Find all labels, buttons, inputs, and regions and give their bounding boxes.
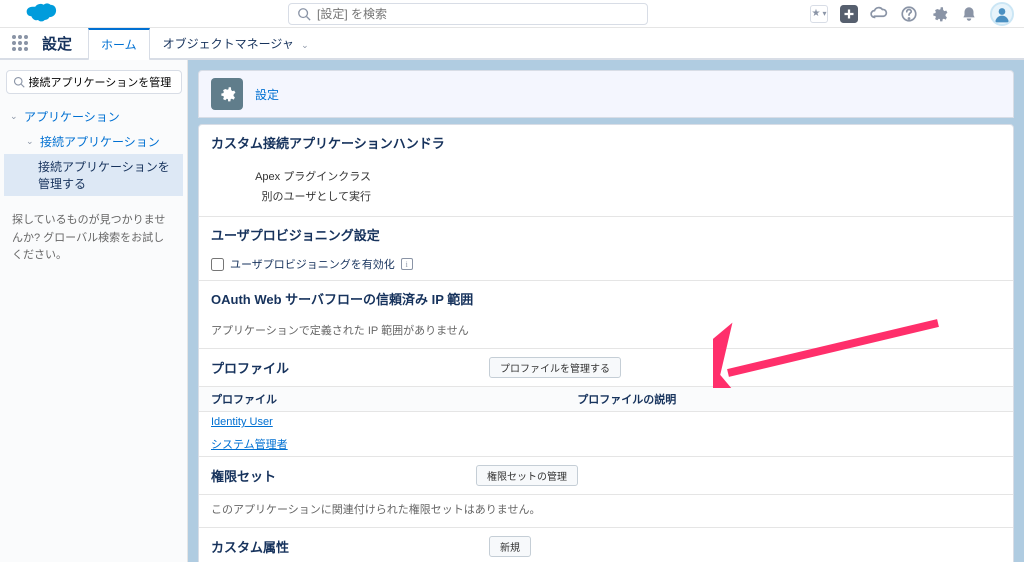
profile-link[interactable]: システム管理者 [211,439,288,451]
section-profile: プロファイル プロファイルを管理する プロファイル プロファイルの説明 Iden… [199,348,1013,456]
gear-icon [211,78,243,110]
setup-sidebar: ⌄ アプリケーション ⌄ 接続アプリケーション 接続アプリケーションを管理する … [0,60,188,562]
checkbox-label: ユーザプロビジョニングを有効化 [230,256,395,272]
chevron-down-icon: ⌄ [301,40,309,50]
section-title: ユーザプロビジョニング設定 [199,217,1013,252]
chevron-down-icon: ⌄ [10,111,20,122]
nav-bar: 設定 ホーム オブジェクトマネージャ ⌄ [0,28,1024,60]
section-title: カスタム接続アプリケーションハンドラ [199,125,1013,160]
search-icon [13,76,25,88]
col-description: プロファイルの説明 [565,387,1013,412]
sidebar-help-text: 探しているものが見つかりませんか? グローバル検索をお試しください。 [4,196,183,265]
sidebar-item-applications[interactable]: ⌄ アプリケーション [4,104,183,129]
app-launcher-icon[interactable] [10,33,30,53]
notifications-bell-icon[interactable] [960,5,978,23]
user-avatar[interactable] [990,2,1014,26]
header-utility-icons: ★ ▾ [810,2,1014,26]
kv-row: Apex プラグインクラス [211,166,1001,186]
section-oauth-ip: OAuth Web サーバフローの信頼済み IP 範囲 アプリケーションで定義さ… [199,280,1013,348]
info-icon[interactable]: i [401,258,413,270]
tab-object-manager[interactable]: オブジェクトマネージャ ⌄ [150,28,322,58]
sidebar-item-manage-connected-apps[interactable]: 接続アプリケーションを管理する [4,154,183,196]
empty-text: このアプリケーションに関連付けられた権限セットはありません。 [199,495,1013,527]
manage-profiles-button[interactable]: プロファイルを管理する [489,357,621,378]
section-custom-handler: カスタム接続アプリケーションハンドラ Apex プラグインクラス 別のユーザとし… [199,125,1013,216]
global-search-input[interactable] [317,7,639,21]
sidebar-item-label: 接続アプリケーションを管理する [38,158,177,192]
tab-object-manager-label: オブジェクトマネージャ [163,37,294,51]
kv-row: 別のユーザとして実行 [211,186,1001,206]
add-icon[interactable] [840,5,858,23]
page-header: 設定 [198,70,1014,118]
section-title: カスタム属性 [211,537,289,556]
nav-app-title: 設定 [42,33,72,54]
col-profile: プロファイル [199,387,565,412]
enable-user-provisioning-checkbox[interactable] [211,258,224,271]
global-search[interactable] [288,3,648,25]
sidebar-item-label: アプリケーション [24,108,120,125]
chevron-down-icon: ⌄ [26,136,36,147]
help-icon[interactable] [900,5,918,23]
salesforce-logo[interactable] [20,1,58,27]
empty-text: アプリケーションで定義された IP 範囲がありません [199,316,1013,348]
setup-content: 設定 カスタム接続アプリケーションハンドラ Apex プラグインクラス 別のユー… [188,60,1024,562]
quick-find[interactable] [6,70,182,94]
new-custom-attribute-button[interactable]: 新規 [489,536,531,557]
table-row: Identity User [199,412,1013,433]
favorites-dropdown[interactable]: ★ ▾ [810,5,828,23]
page-title: 設定 [255,86,279,103]
section-title: 権限セット [211,466,276,485]
profile-table: プロファイル プロファイルの説明 Identity User システム管理者 [199,387,1013,456]
section-user-provisioning: ユーザプロビジョニング設定 ユーザプロビジョニングを有効化 i [199,216,1013,280]
kv-label: 別のユーザとして実行 [211,188,391,204]
detail-card: カスタム接続アプリケーションハンドラ Apex プラグインクラス 別のユーザとし… [198,124,1014,562]
profile-link[interactable]: Identity User [211,416,273,428]
sidebar-item-label: 接続アプリケーション [40,133,160,150]
search-icon [297,7,311,21]
global-header: ★ ▾ [0,0,1024,28]
tab-home[interactable]: ホーム [88,28,150,61]
setup-gear-icon[interactable] [930,5,948,23]
manage-permission-sets-button[interactable]: 権限セットの管理 [476,465,578,486]
quick-find-input[interactable] [29,76,175,88]
section-permission-set: 権限セット 権限セットの管理 このアプリケーションに関連付けられた権限セットはあ… [199,456,1013,527]
section-custom-attributes: カスタム属性 新規 カスタム属性がありません [199,527,1013,562]
kv-label: Apex プラグインクラス [211,168,391,184]
section-title: OAuth Web サーバフローの信頼済み IP 範囲 [199,281,1013,316]
cloud-icon[interactable] [870,5,888,23]
section-title: プロファイル [211,358,289,377]
table-row: システム管理者 [199,432,1013,456]
sidebar-item-connected-apps[interactable]: ⌄ 接続アプリケーション [4,129,183,154]
